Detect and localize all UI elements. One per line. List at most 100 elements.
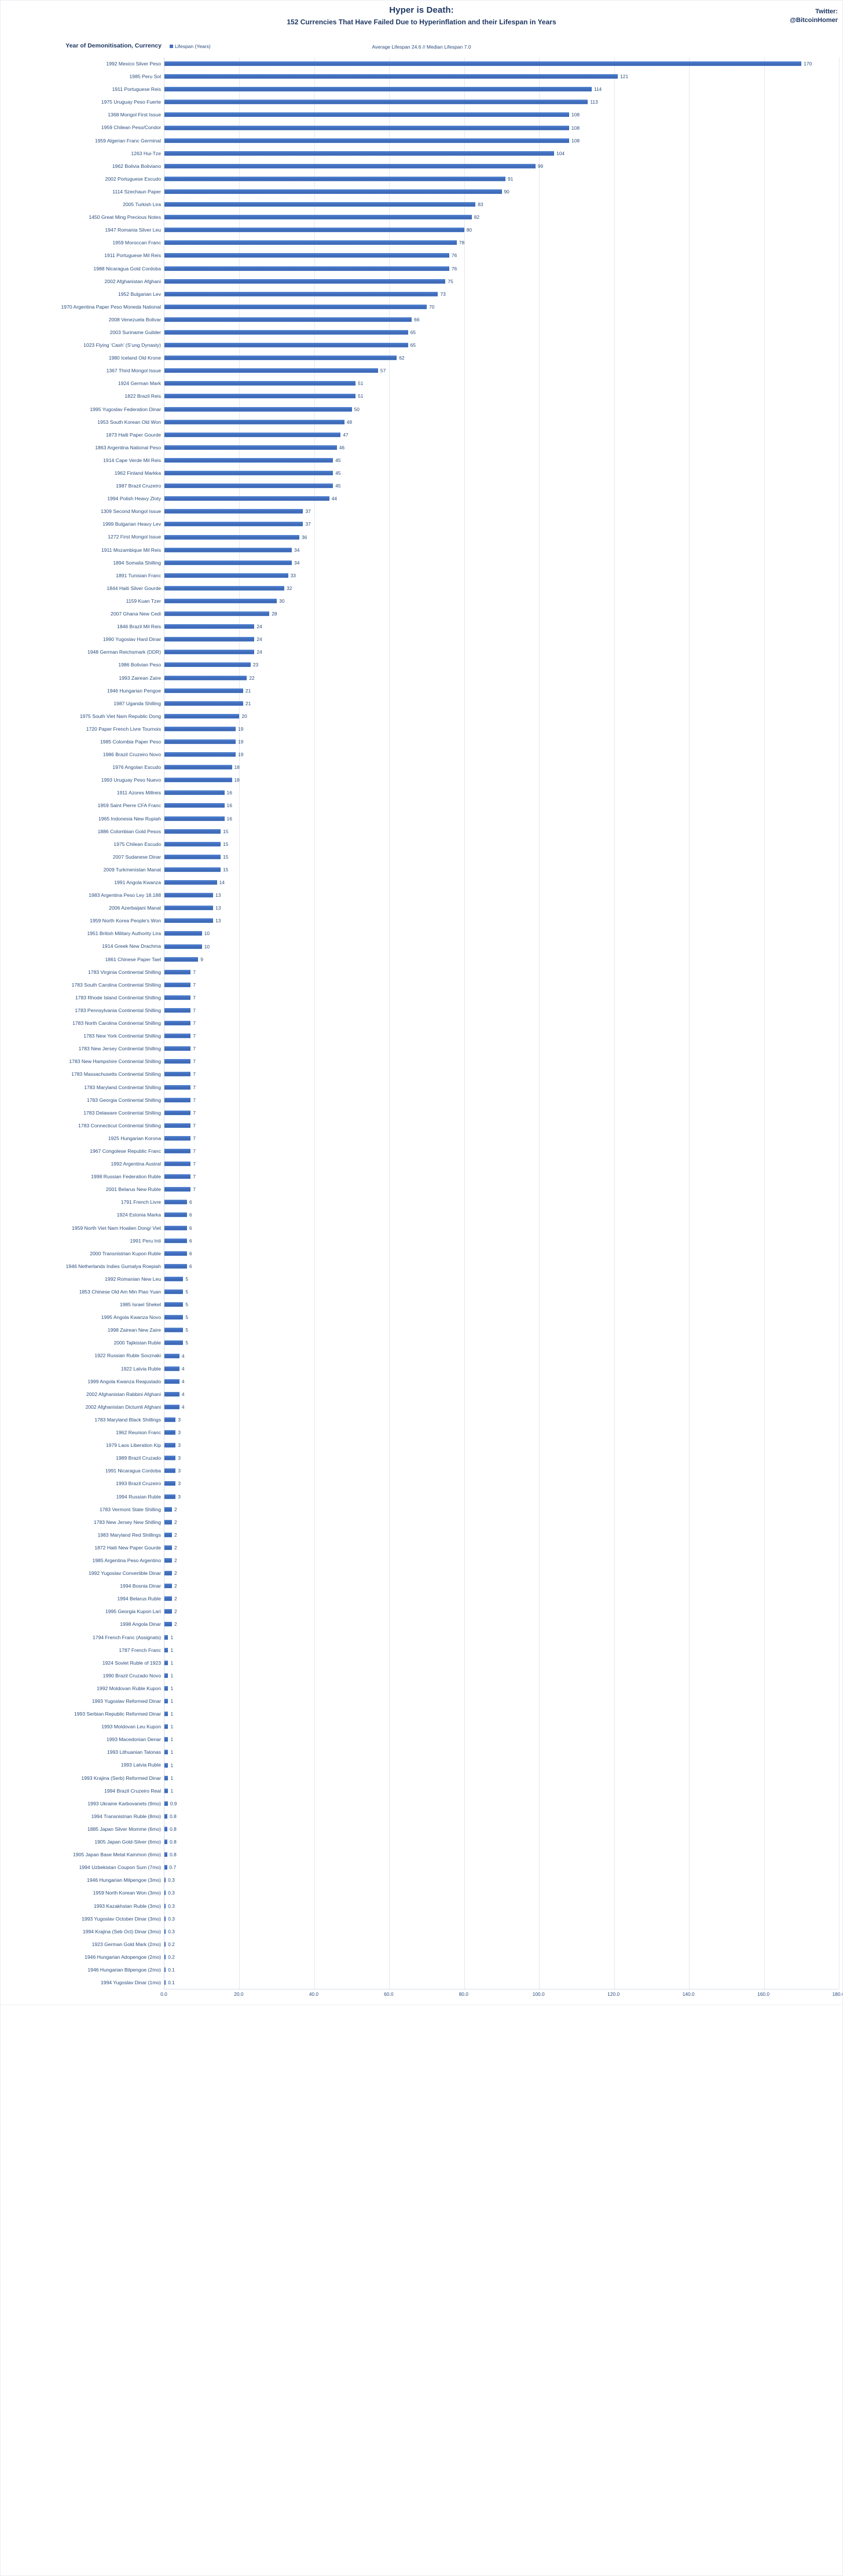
bar[interactable]: [164, 1366, 179, 1371]
bar[interactable]: [164, 1609, 172, 1614]
bar[interactable]: [164, 406, 352, 412]
bar[interactable]: [164, 1481, 176, 1486]
bar[interactable]: [164, 1468, 176, 1474]
bar[interactable]: [164, 841, 221, 847]
bar[interactable]: [164, 713, 240, 719]
bar[interactable]: [164, 637, 255, 642]
bar[interactable]: [164, 854, 221, 859]
bar[interactable]: [164, 778, 232, 783]
bar[interactable]: [164, 1443, 176, 1448]
bar[interactable]: [164, 829, 221, 834]
bar[interactable]: [164, 585, 285, 591]
bar[interactable]: [164, 240, 457, 245]
bar[interactable]: [164, 1584, 172, 1589]
bar[interactable]: [164, 1238, 187, 1243]
bar[interactable]: [164, 457, 333, 463]
bar[interactable]: [164, 688, 243, 693]
bar[interactable]: [164, 112, 569, 118]
bar[interactable]: [164, 1149, 191, 1154]
bar[interactable]: [164, 1545, 172, 1550]
bar[interactable]: [164, 918, 214, 924]
bar[interactable]: [164, 1315, 184, 1320]
bar[interactable]: [164, 74, 618, 79]
bar[interactable]: [164, 1021, 191, 1026]
bar[interactable]: [164, 279, 446, 284]
bar[interactable]: [164, 343, 408, 348]
bar[interactable]: [164, 394, 356, 399]
bar[interactable]: [164, 163, 536, 168]
bar[interactable]: [164, 304, 427, 309]
bar[interactable]: [164, 1046, 191, 1051]
bar[interactable]: [164, 867, 221, 872]
bar[interactable]: [164, 1072, 191, 1077]
bar[interactable]: [164, 1212, 187, 1218]
bar[interactable]: [164, 765, 232, 770]
bar[interactable]: [164, 1456, 176, 1461]
bar[interactable]: [164, 1097, 191, 1102]
bar[interactable]: [164, 573, 288, 578]
bar[interactable]: [164, 1263, 187, 1269]
bar[interactable]: [164, 893, 214, 898]
bar[interactable]: [164, 330, 408, 335]
bar[interactable]: [164, 1225, 187, 1230]
bar[interactable]: [164, 1417, 176, 1422]
bar[interactable]: [164, 1302, 184, 1307]
bar[interactable]: [164, 790, 225, 796]
bar[interactable]: [164, 803, 225, 808]
bar[interactable]: [164, 317, 412, 322]
bar[interactable]: [164, 982, 191, 987]
bar[interactable]: [164, 176, 505, 181]
bar[interactable]: [164, 253, 449, 258]
bar[interactable]: [164, 995, 191, 1000]
bar[interactable]: [164, 125, 569, 130]
bar[interactable]: [164, 1084, 191, 1090]
bar[interactable]: [164, 291, 438, 296]
bar[interactable]: [164, 1289, 184, 1295]
bar[interactable]: [164, 1135, 191, 1141]
bar[interactable]: [164, 1034, 191, 1039]
bar[interactable]: [164, 151, 555, 156]
bar[interactable]: [164, 624, 255, 629]
bar[interactable]: [164, 816, 225, 821]
bar[interactable]: [164, 1430, 176, 1435]
bar[interactable]: [164, 880, 217, 885]
bar[interactable]: [164, 509, 303, 514]
bar[interactable]: [164, 1622, 172, 1627]
bar[interactable]: [164, 598, 277, 603]
bar[interactable]: [164, 906, 214, 911]
bar[interactable]: [164, 368, 378, 373]
bar[interactable]: [164, 1532, 172, 1537]
bar[interactable]: [164, 1353, 179, 1358]
bar[interactable]: [164, 100, 588, 105]
bar[interactable]: [164, 138, 569, 143]
bar[interactable]: [164, 1558, 172, 1563]
bar[interactable]: [164, 957, 199, 962]
bar[interactable]: [164, 266, 449, 271]
bar[interactable]: [164, 1251, 187, 1256]
bar[interactable]: [164, 189, 502, 194]
bar[interactable]: [164, 419, 344, 424]
bar[interactable]: [164, 1404, 179, 1409]
bar[interactable]: [164, 739, 236, 745]
bar[interactable]: [164, 944, 202, 949]
bar[interactable]: [164, 1110, 191, 1115]
bar[interactable]: [164, 1507, 172, 1512]
bar[interactable]: [164, 471, 333, 476]
bar[interactable]: [164, 432, 341, 437]
bar[interactable]: [164, 1328, 184, 1333]
bar[interactable]: [164, 356, 397, 361]
bar[interactable]: [164, 1200, 187, 1205]
bar[interactable]: [164, 1379, 179, 1384]
bar[interactable]: [164, 534, 299, 540]
bar[interactable]: [164, 1391, 179, 1397]
bar[interactable]: [164, 1187, 191, 1192]
bar[interactable]: [164, 381, 356, 386]
bar[interactable]: [164, 752, 236, 757]
bar[interactable]: [164, 1494, 176, 1499]
bar[interactable]: [164, 1007, 191, 1013]
bar[interactable]: [164, 1123, 191, 1128]
bar[interactable]: [164, 1059, 191, 1064]
bar[interactable]: [164, 522, 303, 527]
bar[interactable]: [164, 202, 476, 207]
bar[interactable]: [164, 611, 270, 617]
